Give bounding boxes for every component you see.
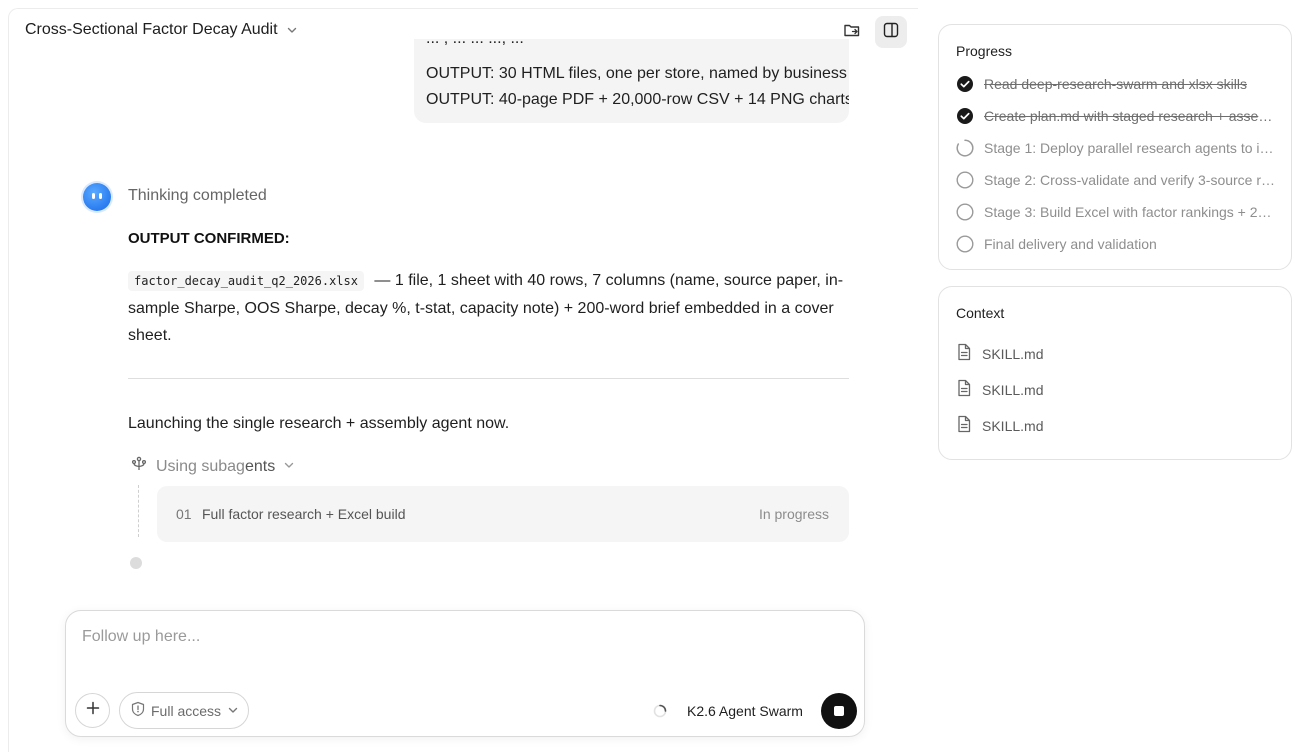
file-name-code: factor_decay_audit_q2_2026.xlsx [128, 271, 364, 291]
subagent-connector [138, 485, 139, 537]
chevron-down-icon [284, 22, 300, 38]
check-circle-icon [956, 107, 974, 125]
chevron-down-icon [283, 458, 295, 476]
task-name: Full factor research + Excel build [202, 506, 406, 522]
progress-step-label: Stage 3: Build Excel with factor ranking… [984, 204, 1278, 220]
empty-circle-icon [956, 171, 974, 189]
chat-panel: Cross-Sectional Factor Decay Audit ... ,… [8, 8, 918, 752]
context-title: Context [956, 305, 1005, 321]
user-message-bubble: ... , ... ... ..., ... OUTPUT: 30 HTML f… [414, 39, 849, 123]
launch-message: Launching the single research + assembly… [128, 415, 510, 432]
user-message-line: OUTPUT: 40-page PDF + 20,000-row CSV + 1… [426, 91, 849, 108]
user-message-line: OUTPUT: 30 HTML files, one per store, na… [426, 65, 847, 82]
plus-icon [85, 700, 101, 721]
progress-step: Final delivery and validation [956, 233, 1278, 255]
follow-up-input[interactable] [82, 625, 842, 649]
file-icon [956, 343, 972, 364]
context-file-item[interactable]: SKILL.md [956, 415, 1043, 436]
subagents-label-end: ents [244, 457, 276, 475]
progress-step: Stage 3: Build Excel with factor ranking… [956, 201, 1278, 223]
progress-panel: Progress Read deep-research-swarm and xl… [938, 24, 1292, 270]
subagents-branch-icon [130, 455, 148, 478]
progress-step: Create plan.md with staged research + as… [956, 105, 1278, 127]
empty-circle-icon [956, 203, 974, 221]
context-file-item[interactable]: SKILL.md [956, 343, 1043, 364]
model-selector[interactable]: K2.6 Agent Swarm [687, 703, 803, 719]
context-file-name: SKILL.md [982, 417, 1044, 434]
progress-step-label: Read deep-research-swarm and xlsx skills [984, 76, 1247, 92]
task-number: 01 [176, 506, 192, 522]
progress-step: Stage 1: Deploy parallel research agents… [956, 137, 1278, 159]
side-panel-icon [882, 21, 900, 44]
output-confirmed-heading: OUTPUT CONFIRMED: [128, 230, 290, 247]
context-file-name: SKILL.md [982, 345, 1044, 362]
progress-title: Progress [956, 43, 1013, 59]
output-description: factor_decay_audit_q2_2026.xlsx — 1 file… [128, 267, 848, 349]
message-composer: Full access K2.6 Agent Swarm [65, 610, 865, 737]
progress-step-label: Final delivery and validation [984, 236, 1157, 252]
file-icon [956, 415, 972, 436]
progress-step-label: Create plan.md with staged research + as… [984, 108, 1278, 124]
toggle-side-panel-button[interactable] [875, 16, 907, 48]
subagents-label: Using subag [156, 457, 245, 475]
stop-generation-button[interactable] [821, 693, 857, 729]
subagents-toggle[interactable]: Using subagents [130, 455, 295, 478]
conversation-title-dropdown[interactable]: Cross-Sectional Factor Decay Audit [25, 21, 300, 39]
assistant-avatar [83, 183, 111, 211]
context-file-name: SKILL.md [982, 381, 1044, 398]
conversation-title: Cross-Sectional Factor Decay Audit [25, 21, 278, 38]
divider [128, 378, 849, 379]
add-attachment-button[interactable] [75, 693, 110, 728]
stop-icon [834, 706, 844, 716]
chevron-down-icon [227, 703, 239, 719]
context-panel: Context SKILL.md SKILL.md SKILL.md [938, 286, 1292, 460]
access-level-label: Full access [151, 702, 222, 719]
file-icon [956, 379, 972, 400]
check-circle-icon [956, 75, 974, 93]
progress-step: Stage 2: Cross-validate and verify 3-sou… [956, 169, 1278, 191]
loading-spinner-icon [653, 704, 667, 718]
shield-alert-icon [131, 701, 145, 720]
thinking-status[interactable]: Thinking completed [128, 187, 267, 205]
task-status: In progress [758, 506, 829, 522]
context-file-item[interactable]: SKILL.md [956, 379, 1043, 400]
access-level-dropdown[interactable]: Full access [119, 692, 249, 729]
user-message-clipped-line: ... , ... ... ..., ... [426, 39, 524, 49]
typing-indicator-dot [130, 557, 142, 569]
subagent-task-card[interactable]: 01 Full factor research + Excel build In… [157, 486, 849, 542]
progress-step-label: Stage 2: Cross-validate and verify 3-sou… [984, 172, 1278, 188]
loading-circle-icon [956, 139, 974, 157]
empty-circle-icon [956, 235, 974, 253]
progress-step: Read deep-research-swarm and xlsx skills [956, 73, 1278, 95]
progress-step-label: Stage 1: Deploy parallel research agents… [984, 140, 1278, 156]
